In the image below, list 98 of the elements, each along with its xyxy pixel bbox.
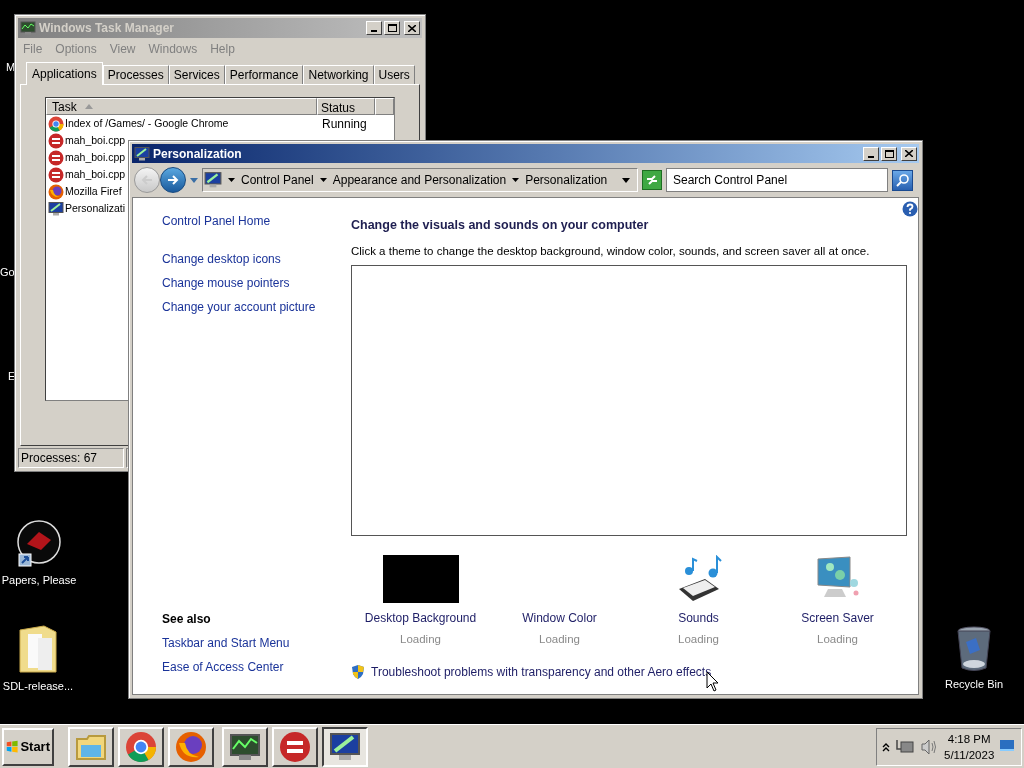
loading-status: Loading xyxy=(817,632,858,647)
table-cell-text: mah_boi.cpp xyxy=(64,166,126,182)
search-icon xyxy=(896,173,909,187)
desktop-shortcut[interactable]: Papers, Please xyxy=(0,520,78,589)
sidebar-link[interactable]: Taskbar and Start Menu xyxy=(162,634,351,652)
table-cell-text: Personalizati xyxy=(64,200,126,216)
sidebar-link[interactable]: Ease of Access Center xyxy=(162,658,351,676)
maximize-icon xyxy=(387,24,397,32)
app-icon xyxy=(48,149,64,166)
chart-window-icon xyxy=(20,20,36,36)
minimize-button[interactable] xyxy=(863,146,879,161)
folder-icon xyxy=(18,624,58,674)
windows-logo-icon xyxy=(6,738,19,755)
sidebar-link[interactable]: Change desktop icons xyxy=(162,250,351,268)
see-also-heading: See also xyxy=(162,611,212,628)
app-icon xyxy=(175,730,207,763)
maximize-icon xyxy=(884,149,894,158)
address-bar[interactable]: Control Panel Appearance and Personalization Personalization xyxy=(202,168,638,192)
trash-bin-icon xyxy=(956,626,992,672)
column-header[interactable]: Status xyxy=(317,98,375,115)
maximize-button[interactable] xyxy=(384,21,400,35)
desktop-recycle-bin[interactable]: Recycle Bin xyxy=(940,626,1008,693)
game-icon xyxy=(15,520,63,568)
tab[interactable]: Performance xyxy=(224,65,304,84)
forward-button[interactable] xyxy=(160,167,186,193)
table-cell-text: mah_boi.cpp xyxy=(64,132,126,148)
desktop-icon-label: Go xyxy=(0,265,15,280)
minimize-icon xyxy=(868,155,874,158)
app-icon xyxy=(48,132,64,149)
sidebar-link[interactable]: Change your account picture xyxy=(162,298,351,316)
tab[interactable]: Processes xyxy=(102,65,169,84)
sidebar-link[interactable]: Change mouse pointers xyxy=(162,274,351,292)
breadcrumb-item[interactable]: Control Panel xyxy=(241,171,314,189)
speaker-icon[interactable] xyxy=(920,738,938,755)
forward-arrow-icon xyxy=(167,175,179,185)
breadcrumb-caret-icon xyxy=(228,178,235,182)
column-header[interactable]: Task xyxy=(46,98,317,115)
start-button[interactable]: Start xyxy=(2,727,54,766)
status-bar-text: Processes: 67 xyxy=(18,448,124,468)
sort-caret-icon xyxy=(84,104,93,109)
minimize-button[interactable] xyxy=(366,21,382,35)
search-button[interactable] xyxy=(892,169,913,191)
app-icon xyxy=(279,730,311,763)
page-heading: Change the visuals and sounds on your computer xyxy=(351,217,650,234)
breadcrumb-caret-icon xyxy=(319,178,327,182)
window-title: Personalization xyxy=(153,145,243,163)
breadcrumb-item[interactable]: Appearance and Personalization xyxy=(332,171,507,189)
breadcrumb-caret-icon xyxy=(512,178,520,182)
personalize-link[interactable]: Sounds xyxy=(678,609,719,627)
instruction-text: Click a theme to change the desktop background, window color, sounds, and screen saver all at once. xyxy=(351,243,871,259)
app-icon xyxy=(48,183,64,200)
back-arrow-icon xyxy=(141,175,153,185)
window-title: Windows Task Manager xyxy=(39,20,176,37)
table-cell-text: Running xyxy=(321,115,367,133)
monitor-icon xyxy=(204,171,222,189)
maximize-button[interactable] xyxy=(881,146,897,161)
table-cell-text: Mozilla Firef xyxy=(64,183,122,199)
tab[interactable]: Networking xyxy=(303,65,374,84)
desktop-icon-label: E xyxy=(8,369,16,384)
monitor-icon xyxy=(134,145,150,162)
loading-status: Loading xyxy=(400,632,441,647)
close-button[interactable] xyxy=(901,146,917,161)
refresh-button[interactable] xyxy=(642,170,662,190)
app-icon xyxy=(48,166,64,183)
search-field[interactable]: Search Control Panel xyxy=(666,168,888,192)
loading-status: Loading xyxy=(678,632,719,647)
troubleshoot-link[interactable]: Troubleshoot problems with transparency and other Aero effects xyxy=(371,663,712,682)
clock-date[interactable]: 5/11/2023 xyxy=(944,746,995,763)
dropdown-caret-icon xyxy=(190,177,198,183)
monitor-icon xyxy=(48,200,64,217)
personalize-link[interactable]: Desktop Background xyxy=(364,609,477,627)
clock-time[interactable]: 4:18 PM xyxy=(947,730,991,747)
dropdown-caret-icon xyxy=(622,177,630,183)
app-icon xyxy=(48,115,64,132)
personalize-link[interactable]: Window Color xyxy=(522,609,597,627)
close-button[interactable] xyxy=(404,21,420,35)
tab[interactable]: Users xyxy=(373,65,415,84)
breadcrumb-item[interactable]: Personalization xyxy=(525,171,608,189)
personalize-link[interactable]: Screen Saver xyxy=(801,609,874,627)
tab[interactable]: Services xyxy=(168,65,225,84)
close-icon xyxy=(905,150,913,157)
loading-status: Loading xyxy=(539,632,580,647)
close-icon xyxy=(408,24,416,32)
table-cell-text: mah_boi.cpp xyxy=(64,149,126,165)
tab[interactable]: Applications xyxy=(26,62,103,85)
taskbar-button[interactable] xyxy=(322,726,368,767)
show-desktop-icon[interactable] xyxy=(1000,739,1015,754)
chevron-up-icon[interactable] xyxy=(882,741,890,752)
shield-icon xyxy=(351,664,365,681)
sidebar-link[interactable]: Control Panel Home xyxy=(162,212,351,230)
desktop-folder[interactable]: SDL-release... xyxy=(0,624,76,695)
desktop-icon-label: M xyxy=(6,60,16,75)
network-icon[interactable] xyxy=(896,738,914,755)
monitor-icon xyxy=(329,730,361,763)
minimize-icon xyxy=(371,30,377,32)
table-cell-text: Index of /Games/ - Google Chrome xyxy=(64,115,230,131)
help-icon[interactable] xyxy=(902,201,918,217)
app-icon xyxy=(125,730,157,763)
